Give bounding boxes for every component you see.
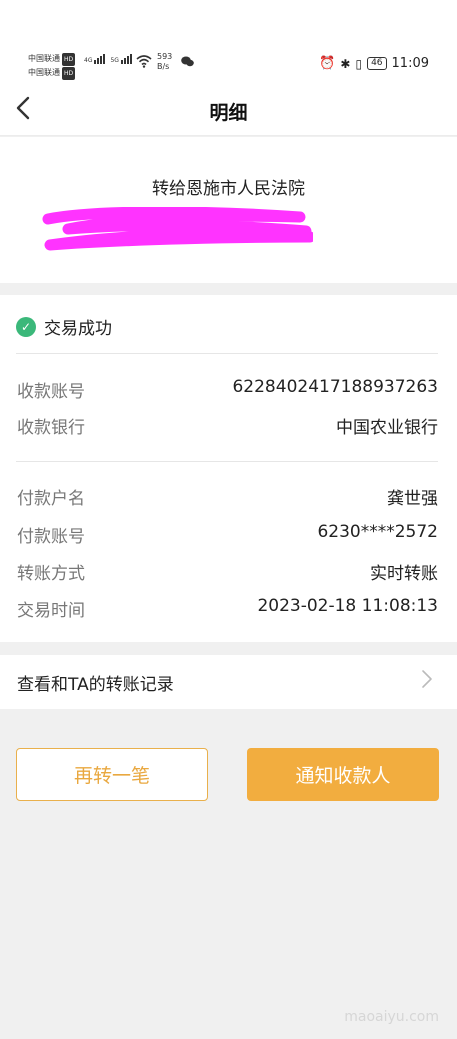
wechat-notification-icon	[181, 56, 194, 70]
watermark: maoaiyu.com	[344, 1009, 439, 1025]
row-key: 付款账号	[17, 527, 85, 547]
nav-bar: 明细	[0, 90, 457, 136]
divider	[16, 461, 438, 462]
status-time: 11:09	[391, 56, 429, 71]
page-title: 明细	[209, 102, 248, 124]
status-line: ✓ 交易成功	[16, 314, 112, 339]
net-tag-2: 5G	[110, 57, 119, 64]
chevron-right-icon	[421, 667, 433, 697]
speed-unit: B/s	[157, 62, 170, 71]
signal-icon-1: 4G	[84, 54, 106, 64]
detail-row-transfer-method: 转账方式 实时转账	[17, 559, 438, 584]
wifi-icon	[136, 55, 152, 72]
carrier-1: 中国联通	[28, 54, 60, 63]
alarm-icon: ⏰	[319, 56, 336, 71]
row-value: 6228402417188937263	[232, 377, 438, 397]
history-link-label: 查看和TA的转账记录	[17, 675, 174, 695]
row-key: 收款银行	[17, 418, 85, 438]
row-key: 收款账号	[17, 382, 85, 402]
row-key: 转账方式	[17, 564, 85, 584]
battery-icon: 46	[367, 57, 387, 70]
transfer-summary: 转给恩施市人民法院	[0, 137, 457, 283]
transfer-history-link[interactable]: 查看和TA的转账记录	[0, 655, 457, 709]
signal-icon-2: 5G	[110, 54, 132, 64]
carrier-2: 中国联通	[28, 68, 60, 77]
amount-redaction-mark	[42, 207, 313, 251]
signal-icons: 4G 5G	[84, 54, 132, 64]
status-bar: 中国联通 HD 中国联通 HD 4G 5G 593 B/s ⏰ ✱ ▯ 46 11:…	[0, 0, 457, 90]
carrier-info: 中国联通 HD 中国联通 HD	[28, 52, 76, 80]
row-value: 实时转账	[370, 564, 438, 584]
detail-row-payee-account: 收款账号 6228402417188937263	[17, 377, 438, 402]
hd-badge-1: HD	[62, 53, 76, 66]
transaction-status: 交易成功	[44, 319, 112, 339]
row-value: 6230****2572	[317, 522, 438, 542]
detail-row-payer-account: 付款账号 6230****2572	[17, 522, 438, 547]
speed-value: 593	[157, 52, 173, 61]
bluetooth-icon: ✱	[340, 56, 351, 71]
net-tag-1: 4G	[84, 57, 93, 64]
hd-badge-2: HD	[62, 67, 76, 80]
vibrate-icon: ▯	[355, 56, 363, 71]
transaction-detail: ✓ 交易成功 收款账号 6228402417188937263 收款银行 中国农…	[0, 295, 457, 642]
detail-row-payer-name: 付款户名 龚世强	[17, 484, 438, 509]
check-circle-icon: ✓	[16, 316, 36, 337]
row-value: 龚世强	[387, 489, 438, 509]
divider	[16, 353, 438, 354]
detail-row-payee-bank: 收款银行 中国农业银行	[17, 413, 438, 438]
detail-row-transaction-time: 交易时间 2023-02-18 11:08:13	[17, 596, 438, 621]
recipient-title: 转给恩施市人民法院	[152, 179, 305, 199]
notify-payee-button[interactable]: 通知收款人	[247, 748, 439, 801]
row-value: 中国农业银行	[336, 418, 438, 438]
transfer-again-button[interactable]: 再转一笔	[16, 748, 208, 801]
status-right: ⏰ ✱ ▯ 46 11:09	[319, 56, 429, 71]
row-key: 交易时间	[17, 601, 85, 621]
row-value: 2023-02-18 11:08:13	[257, 596, 438, 616]
network-speed: 593 B/s	[157, 52, 172, 72]
row-key: 付款户名	[17, 489, 85, 509]
